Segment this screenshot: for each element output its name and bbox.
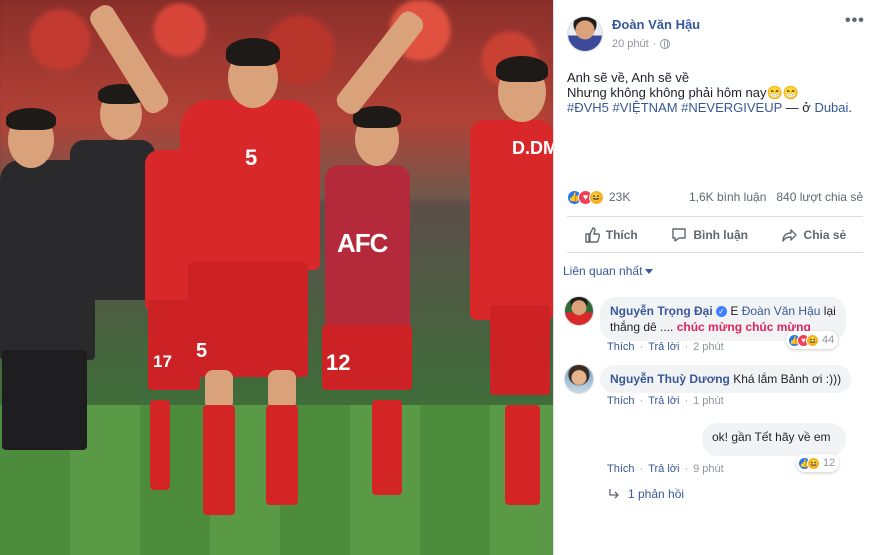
photo-jersey-number: 5 xyxy=(245,145,258,170)
globe-icon xyxy=(660,39,671,49)
more-icon[interactable]: ••• xyxy=(845,13,865,30)
author-name[interactable]: Đoàn Văn Hậu xyxy=(612,17,700,32)
author-avatar[interactable] xyxy=(567,16,603,52)
location-prefix: — ở xyxy=(782,100,815,115)
post-time[interactable]: 20 phút xyxy=(612,38,649,50)
haha-reaction-icon: 😆 xyxy=(807,456,820,470)
comment-meta: Thích · Trả lời · 2 phút xyxy=(607,341,724,353)
comment-count[interactable]: 1,6K bình luận xyxy=(689,190,766,204)
comment-reply-link[interactable]: Trả lời xyxy=(648,395,679,407)
post-line-2: Nhưng không không phải hôm nay😁😁 xyxy=(567,85,799,100)
share-button-label: Chia sẻ xyxy=(803,227,847,242)
comment-author[interactable]: Nguyễn Thuỳ Dương xyxy=(610,372,730,386)
like-icon xyxy=(585,226,600,243)
chevron-down-icon xyxy=(645,268,654,274)
photo-shorts-number: 5 xyxy=(196,340,208,362)
photo-afc-logo: AFC xyxy=(337,228,388,258)
comment-time[interactable]: 2 phút xyxy=(693,341,724,353)
verified-icon: ✓ xyxy=(716,306,728,317)
comment-icon xyxy=(672,227,687,242)
comment-text: Khá lắm Bảnh ơi :))) xyxy=(729,372,842,386)
post-line-1: Anh sẽ về, Anh sẽ về xyxy=(567,70,690,85)
view-replies-link[interactable]: 1 phản hồi xyxy=(608,487,684,501)
comment-text: E xyxy=(727,304,742,318)
comment-like-link[interactable]: Thích xyxy=(607,395,635,407)
comment-mention[interactable]: Đoàn Văn Hậu xyxy=(742,304,821,318)
comment-meta: Thích · Trả lời · 1 phút xyxy=(607,395,724,407)
comment-sort-dropdown[interactable]: Liên quan nhất xyxy=(563,264,654,278)
reply-like-link[interactable]: Thích xyxy=(607,463,635,475)
view-replies-label: 1 phản hồi xyxy=(628,487,685,501)
photo-number-17: 17 xyxy=(153,352,172,371)
post-photo[interactable]: 17 AFC 12 D.DMI 5 5 xyxy=(0,0,553,555)
comment-button-label: Bình luận xyxy=(693,227,748,242)
like-button[interactable]: Thích xyxy=(584,226,638,243)
post-location[interactable]: Dubai xyxy=(814,100,848,115)
comment-like-link[interactable]: Thích xyxy=(607,341,635,353)
location-suffix: . xyxy=(848,100,853,115)
post-actions: Thích Bình luận Chia sẻ xyxy=(567,216,863,253)
post-hashtags[interactable]: #ĐVH5 #VIỆTNAM #NEVERGIVEUP xyxy=(567,100,782,115)
reply-reply-link[interactable]: Trả lời xyxy=(648,463,679,475)
reply-reaction-count: 12 xyxy=(823,457,836,469)
comment-avatar[interactable] xyxy=(564,296,594,326)
comment-reactions[interactable]: 👍 ♥ 😆 44 xyxy=(786,331,839,349)
reaction-count[interactable]: 23K xyxy=(609,190,630,204)
post-meta: 20 phút · xyxy=(612,38,671,50)
comment-author[interactable]: Nguyễn Trọng Đại xyxy=(610,304,713,318)
comment-reaction-count: 44 xyxy=(822,334,835,346)
share-count[interactable]: 840 lượt chia sẻ xyxy=(776,190,863,204)
comment-sort-label: Liên quan nhất xyxy=(563,264,643,278)
haha-reaction-icon: 😆 xyxy=(806,333,819,347)
photo-player-name: D.DMI xyxy=(512,138,553,158)
photo-number-12: 12 xyxy=(326,350,351,375)
reply-text: ok! gần Tết hãy về em xyxy=(712,430,831,444)
comment-bubble: Nguyễn Thuỳ Dương Khá lắm Bảnh ơi :))) xyxy=(600,365,852,393)
comment-reply-link[interactable]: Trả lời xyxy=(648,341,679,353)
haha-reaction-icon[interactable]: 😆 xyxy=(589,189,604,205)
comment-time[interactable]: 1 phút xyxy=(693,395,724,407)
reply-reactions[interactable]: 👍 😆 12 xyxy=(796,454,840,472)
reply-arrow-icon xyxy=(609,489,619,499)
comment-avatar[interactable] xyxy=(564,364,594,394)
reply-bubble: ok! gần Tết hãy về em xyxy=(702,423,846,456)
reply-time[interactable]: 9 phút xyxy=(693,463,724,475)
post-text: Anh sẽ về, Anh sẽ về Nhưng không không p… xyxy=(567,70,867,115)
comment-button[interactable]: Bình luận xyxy=(671,227,748,243)
reactions-row: 👍 ♥ 😆 23K 1,6K bình luận 840 lượt chia s… xyxy=(567,188,863,206)
post-hashtags-line: #ĐVH5 #VIỆTNAM #NEVERGIVEUP — ở Dubai. xyxy=(567,100,867,115)
like-button-label: Thích xyxy=(605,227,638,242)
share-icon xyxy=(781,228,797,242)
share-button[interactable]: Chia sẻ xyxy=(781,227,847,243)
reply-meta: Thích · Trả lời · 9 phút xyxy=(607,463,724,475)
